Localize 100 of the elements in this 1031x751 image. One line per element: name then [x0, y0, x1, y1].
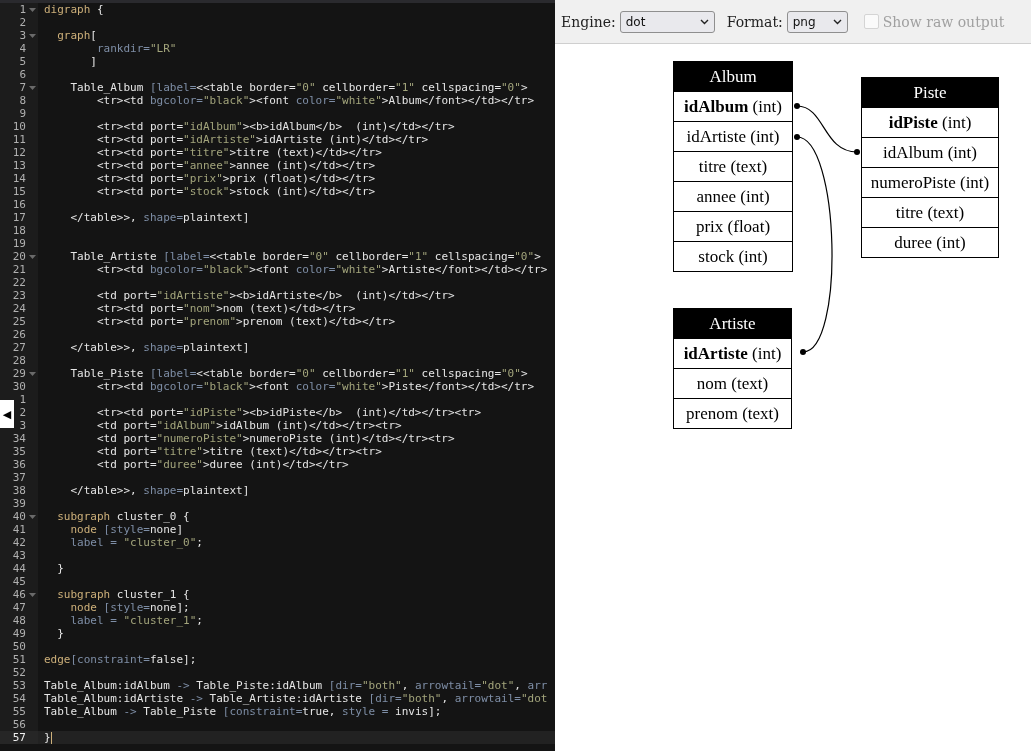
code-line: node [style=none] [69, 523, 184, 536]
table-header: Album [673, 61, 793, 92]
fold-icon[interactable] [28, 7, 36, 12]
table-field: idAlbum (int) [861, 137, 999, 168]
line-number: 24 [12, 302, 26, 315]
line-number: 25 [12, 315, 26, 328]
code-line: </table>>, shape=plaintext] [69, 484, 250, 497]
code-line: Table_Album:idAlbum -> Table_Piste:idAlbum [dir="both", arrowtail="dot", arr [43, 679, 548, 692]
fold-icon[interactable] [28, 514, 36, 519]
code-line: edge[constraint=false]; [43, 653, 197, 666]
table-field: prix (float) [673, 211, 793, 242]
chevron-icon [699, 18, 709, 25]
code-line: </table>>, shape=plaintext] [69, 341, 250, 354]
line-number: 19 [12, 237, 26, 250]
line-number: 30 [12, 380, 26, 393]
engine-select[interactable]: dot [619, 10, 715, 33]
line-number: 15 [12, 185, 26, 198]
line-number: 9 [19, 107, 26, 120]
line-number: 53 [12, 679, 26, 692]
line-number: 55 [12, 705, 26, 718]
line-number: 13 [12, 159, 26, 172]
format-label: Format: [726, 13, 783, 30]
code-line: <tr><td port="prix">prix (float)</td></tr> [95, 172, 376, 185]
line-number: 41 [12, 523, 26, 536]
raw-output-label: Show raw output [882, 13, 1005, 30]
line-number: 21 [12, 263, 26, 276]
table-field: idPiste (int) [861, 107, 999, 138]
line-number: 28 [12, 354, 26, 367]
table-field: titre (text) [861, 197, 999, 228]
code-line: <td port="idArtiste"><b>idArtiste</b> (int)</td></tr> [95, 289, 455, 302]
code-line: <tr><td port="annee">annee (int)</td></tr> [95, 159, 376, 172]
line-number: 23 [12, 289, 26, 302]
line-number: 47 [12, 601, 26, 614]
line-number: 34 [12, 432, 26, 445]
code-line: label = "cluster_0"; [69, 536, 203, 549]
code-line: label = "cluster_1"; [69, 614, 203, 627]
code-line: <tr><td port="nom">nom (text)</td></tr> [95, 302, 356, 315]
code-line: <tr><td port="idArtiste">idArtiste (int)</td></tr> [95, 133, 429, 146]
format-select[interactable]: png [786, 10, 848, 33]
code-editor[interactable] [0, 0, 555, 751]
line-number: 46 [12, 588, 26, 601]
code-line: <td port="idAlbum">idAlbum (int)</td></tr><tr> [95, 419, 402, 432]
table-field: idArtiste (int) [673, 121, 793, 152]
code-line: Table_Album -> Table_Piste [constraint=true, style = invis]; [43, 705, 442, 718]
code-line: Table_Album [label=<<table border="0" cellborder="1" cellspacing="0"> [69, 81, 528, 94]
line-number: 5 [19, 55, 26, 68]
line-number: 3 [19, 29, 26, 42]
line-number: 45 [12, 575, 26, 588]
line-number: 27 [12, 341, 26, 354]
code-line: <td port="numeroPiste">numeroPiste (int)</td></tr><tr> [95, 432, 455, 445]
code-line: <tr><td bgcolor="black"><font color="white">Piste</font></td></tr> [95, 380, 535, 393]
table-field: nom (text) [673, 368, 792, 399]
code-line: subgraph cluster_1 { [56, 588, 190, 601]
line-number: 29 [12, 367, 26, 380]
line-number: 18 [12, 224, 26, 237]
code-line: <tr><td port="titre">titre (text)</td></tr> [95, 146, 382, 159]
fold-icon[interactable] [28, 254, 36, 259]
code-line: subgraph cluster_0 { [56, 510, 190, 523]
code-line: rankdir="LR" [95, 42, 177, 55]
code-line: <tr><td port="stock">stock (int)</td></tr> [95, 185, 376, 198]
fold-icon[interactable] [28, 592, 36, 597]
table-field: numeroPiste (int) [861, 167, 999, 198]
line-number: 52 [12, 666, 26, 679]
line-number: 37 [12, 471, 26, 484]
line-number: 1 [19, 393, 26, 406]
code-line: <td port="titre">titre (text)</td></tr><tr> [95, 445, 382, 458]
line-number: 22 [12, 276, 26, 289]
table-field: idArtiste (int) [673, 338, 792, 369]
table-header: Piste [861, 77, 999, 108]
code-line: } [56, 562, 64, 575]
line-number: 1 [19, 3, 26, 16]
line-number: 14 [12, 172, 26, 185]
line-number: 35 [12, 445, 26, 458]
code-line: <tr><td bgcolor="black"><font color="white">Artiste</font></td></tr> [95, 263, 548, 276]
code-line: <tr><td port="idPiste"><b>idPiste</b> (int)</td></tr><tr> [95, 406, 482, 419]
line-number: 40 [12, 510, 26, 523]
fold-icon[interactable] [28, 371, 36, 376]
table-field: annee (int) [673, 181, 793, 212]
line-number: 51 [12, 653, 26, 666]
line-number: 36 [12, 458, 26, 471]
line-number: 4 [19, 42, 26, 55]
code-line: ] [89, 55, 97, 68]
fold-icon[interactable] [28, 33, 36, 38]
table-field: prenom (text) [673, 398, 792, 429]
line-number: 56 [12, 718, 26, 731]
table-field: duree (int) [861, 227, 999, 258]
line-number: 26 [12, 328, 26, 341]
line-number: 48 [12, 614, 26, 627]
engine-label: Engine: [561, 13, 616, 30]
table-field: idAlbum (int) [673, 91, 793, 122]
line-number: 50 [12, 640, 26, 653]
line-number: 2 [19, 406, 26, 419]
collapse-toggle-button[interactable]: ◀ [0, 400, 14, 428]
code-line: graph[ [56, 29, 97, 42]
line-number: 54 [12, 692, 26, 705]
line-number: 57 [12, 731, 26, 744]
line-number: 39 [12, 497, 26, 510]
code-line: <tr><td bgcolor="black"><font color="white">Album</font></td></tr> [95, 94, 535, 107]
fold-icon[interactable] [28, 85, 36, 90]
line-number: 6 [19, 68, 26, 81]
